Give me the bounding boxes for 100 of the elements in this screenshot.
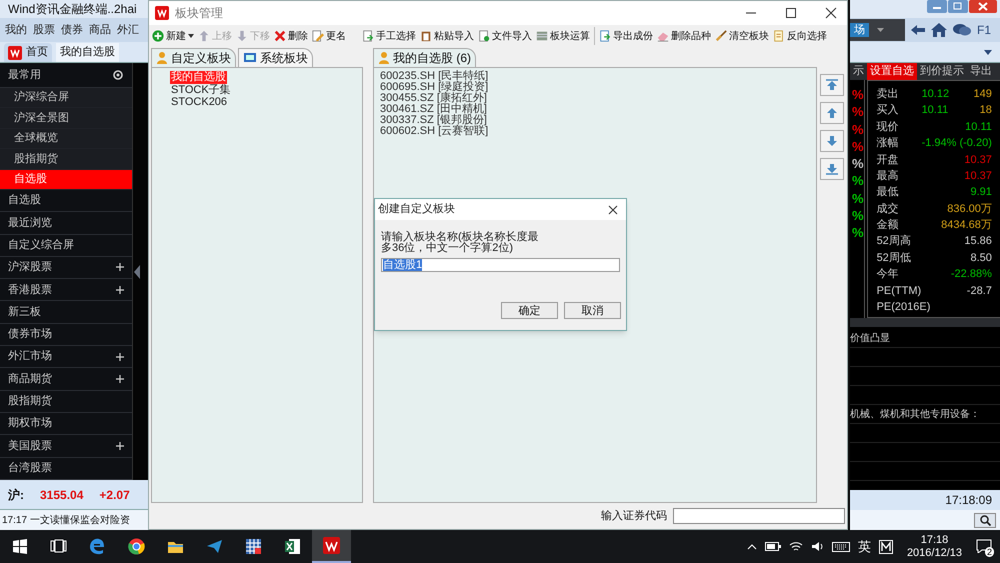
menu-item[interactable]: 我的 bbox=[5, 22, 27, 38]
quote-value: 15.86 bbox=[964, 234, 992, 250]
menu-item[interactable]: 外汇 bbox=[117, 22, 139, 38]
move-up-button[interactable] bbox=[820, 102, 844, 124]
sidebar-item[interactable]: 全球概览 bbox=[0, 128, 132, 150]
sidebar-item[interactable]: 香港股票 bbox=[0, 279, 132, 302]
sidebar-item[interactable]: 债券市场 bbox=[0, 324, 132, 346]
toolbar-button[interactable]: 文件导入 bbox=[478, 28, 532, 44]
ok-button[interactable]: 确定 bbox=[501, 302, 558, 319]
tab[interactable]: 设置自选 bbox=[867, 63, 917, 80]
down-arrow-icon bbox=[236, 30, 248, 42]
chevron-icon[interactable] bbox=[746, 544, 757, 550]
tab[interactable]: 示 bbox=[850, 63, 867, 80]
restore-icon[interactable] bbox=[948, 0, 968, 13]
taskbar-button[interactable] bbox=[312, 530, 351, 563]
keyboard-icon[interactable] bbox=[832, 542, 850, 552]
help-button[interactable]: F1 bbox=[977, 21, 992, 39]
back-arrow-icon[interactable] bbox=[911, 24, 925, 36]
sidebar-item[interactable]: 沪深股票 bbox=[0, 256, 132, 280]
ime-mode-icon[interactable] bbox=[878, 540, 893, 554]
toolbar-button[interactable]: 清空板块 bbox=[715, 28, 769, 44]
sidebar-item[interactable]: 商品期货 bbox=[0, 368, 132, 391]
sidebar-item[interactable]: 自定义综合屏 bbox=[0, 234, 132, 257]
percent-text: % bbox=[852, 103, 864, 121]
move-down-button[interactable] bbox=[820, 130, 844, 152]
percent-text: % bbox=[852, 207, 864, 224]
grid-icon bbox=[245, 538, 262, 555]
menu-item[interactable]: 债券 bbox=[61, 22, 83, 38]
toolbar-button[interactable]: 反向选择 bbox=[773, 28, 827, 44]
tab[interactable]: 首页 bbox=[4, 43, 52, 62]
list-item[interactable]: 600602.SH [云赛智联] bbox=[380, 126, 488, 137]
toolbar-button[interactable]: 删除 bbox=[274, 28, 308, 44]
move-bottom-button[interactable] bbox=[820, 158, 844, 180]
list-item[interactable]: 300461.SZ [田中精机] bbox=[380, 104, 487, 115]
sidebar-item[interactable]: 沪深综合屏 bbox=[0, 88, 132, 108]
sidebar-item[interactable]: 股指期货 bbox=[0, 390, 132, 413]
sidebar-item[interactable]: 美国股票 bbox=[0, 435, 132, 458]
name-input-field[interactable]: 自选股1 bbox=[381, 258, 620, 272]
toolbar-button[interactable]: 更名 bbox=[312, 28, 346, 44]
list-item[interactable]: 300337.SZ [银邦股份] bbox=[380, 115, 487, 126]
spreadsheet-icon bbox=[284, 538, 301, 555]
sidebar-item[interactable]: 沪深全景图 bbox=[0, 108, 132, 129]
sidebar-item[interactable]: 期权市场 bbox=[0, 412, 132, 436]
quote-label: PE(2016E) bbox=[876, 300, 930, 316]
quote-label: 今年 bbox=[876, 267, 900, 282]
quote-value: -1.94% (-0.20) bbox=[922, 136, 992, 152]
toolbar-button[interactable]: 新建 bbox=[152, 28, 194, 44]
sidebar-item[interactable]: 股指期货 bbox=[0, 149, 132, 170]
tab[interactable]: 我的自选股 bbox=[56, 43, 119, 62]
home-icon[interactable] bbox=[931, 23, 947, 37]
expand-icon bbox=[116, 352, 124, 361]
tab[interactable]: 导出 bbox=[967, 63, 995, 80]
close-icon[interactable] bbox=[825, 7, 837, 19]
quote-value: -28.7 bbox=[966, 284, 992, 299]
settings-icon bbox=[112, 69, 124, 81]
toolbar-button[interactable]: 删除品种 bbox=[657, 28, 711, 44]
market-selector[interactable]: 场 bbox=[850, 19, 905, 41]
maximize-icon[interactable] bbox=[785, 7, 797, 19]
plus-icon bbox=[152, 30, 164, 42]
chat-icon[interactable] bbox=[953, 23, 971, 37]
caret-icon[interactable] bbox=[984, 50, 992, 54]
sidebar-item[interactable]: 外汇市场 bbox=[0, 346, 132, 368]
arrow-icon bbox=[825, 78, 839, 92]
list-item[interactable]: 600695.SH [绿庭投资] bbox=[380, 82, 488, 93]
tab[interactable]: 系统板块 bbox=[238, 48, 313, 67]
code-input-field[interactable] bbox=[673, 508, 845, 524]
news-line: 价值凸显 bbox=[850, 332, 890, 346]
toolbar-button[interactable]: 粘贴导入 bbox=[420, 28, 474, 44]
cancel-button[interactable]: 取消 bbox=[564, 302, 621, 319]
quote-label: 开盘 bbox=[876, 152, 900, 168]
toolbar-button[interactable]: 板块运算 bbox=[536, 28, 590, 44]
tab[interactable]: 我的自选股 (6) bbox=[373, 48, 476, 67]
wifi-icon[interactable] bbox=[788, 541, 803, 552]
notification-button[interactable]: 2 bbox=[976, 538, 994, 554]
move-top-button[interactable] bbox=[820, 74, 844, 96]
eraser-icon bbox=[657, 30, 669, 42]
list-item[interactable]: 600235.SH [民丰特纸] bbox=[380, 71, 488, 82]
sidebar-item[interactable]: 自选股 bbox=[0, 170, 132, 190]
toolbar-button[interactable]: 导出成份 bbox=[599, 28, 653, 44]
list-item[interactable]: STOCK206 bbox=[170, 96, 228, 108]
list-item[interactable]: STOCK子集 bbox=[170, 84, 232, 96]
sidebar-item[interactable]: 新三板 bbox=[0, 301, 132, 324]
volume-icon[interactable] bbox=[810, 541, 824, 552]
menu-item[interactable]: 股票 bbox=[33, 22, 55, 38]
search-button[interactable] bbox=[974, 512, 996, 528]
sidebar-item[interactable]: 自选股 bbox=[0, 190, 132, 212]
toolbar-button[interactable]: 手工选择 bbox=[362, 28, 416, 44]
clock[interactable]: 17:18 2016/12/13 bbox=[906, 534, 962, 560]
tab[interactable]: 到价提示 bbox=[917, 63, 967, 80]
window-title: Wind资讯金融终端..2hai bbox=[0, 0, 150, 18]
list-item[interactable]: 300455.SZ [康拓红外] bbox=[380, 93, 487, 104]
close-icon[interactable] bbox=[608, 204, 618, 214]
list-item[interactable]: 我的自选股 bbox=[170, 71, 227, 84]
quote-value: 8.50 bbox=[970, 250, 992, 266]
menu-item[interactable]: 商品 bbox=[89, 22, 111, 38]
sidebar-item[interactable]: 最近浏览 bbox=[0, 212, 132, 235]
browser-icon bbox=[128, 538, 145, 555]
battery-icon[interactable] bbox=[764, 542, 781, 551]
ime-indicator[interactable]: 英 bbox=[858, 536, 871, 556]
tab[interactable]: 自定义板块 bbox=[151, 48, 236, 67]
